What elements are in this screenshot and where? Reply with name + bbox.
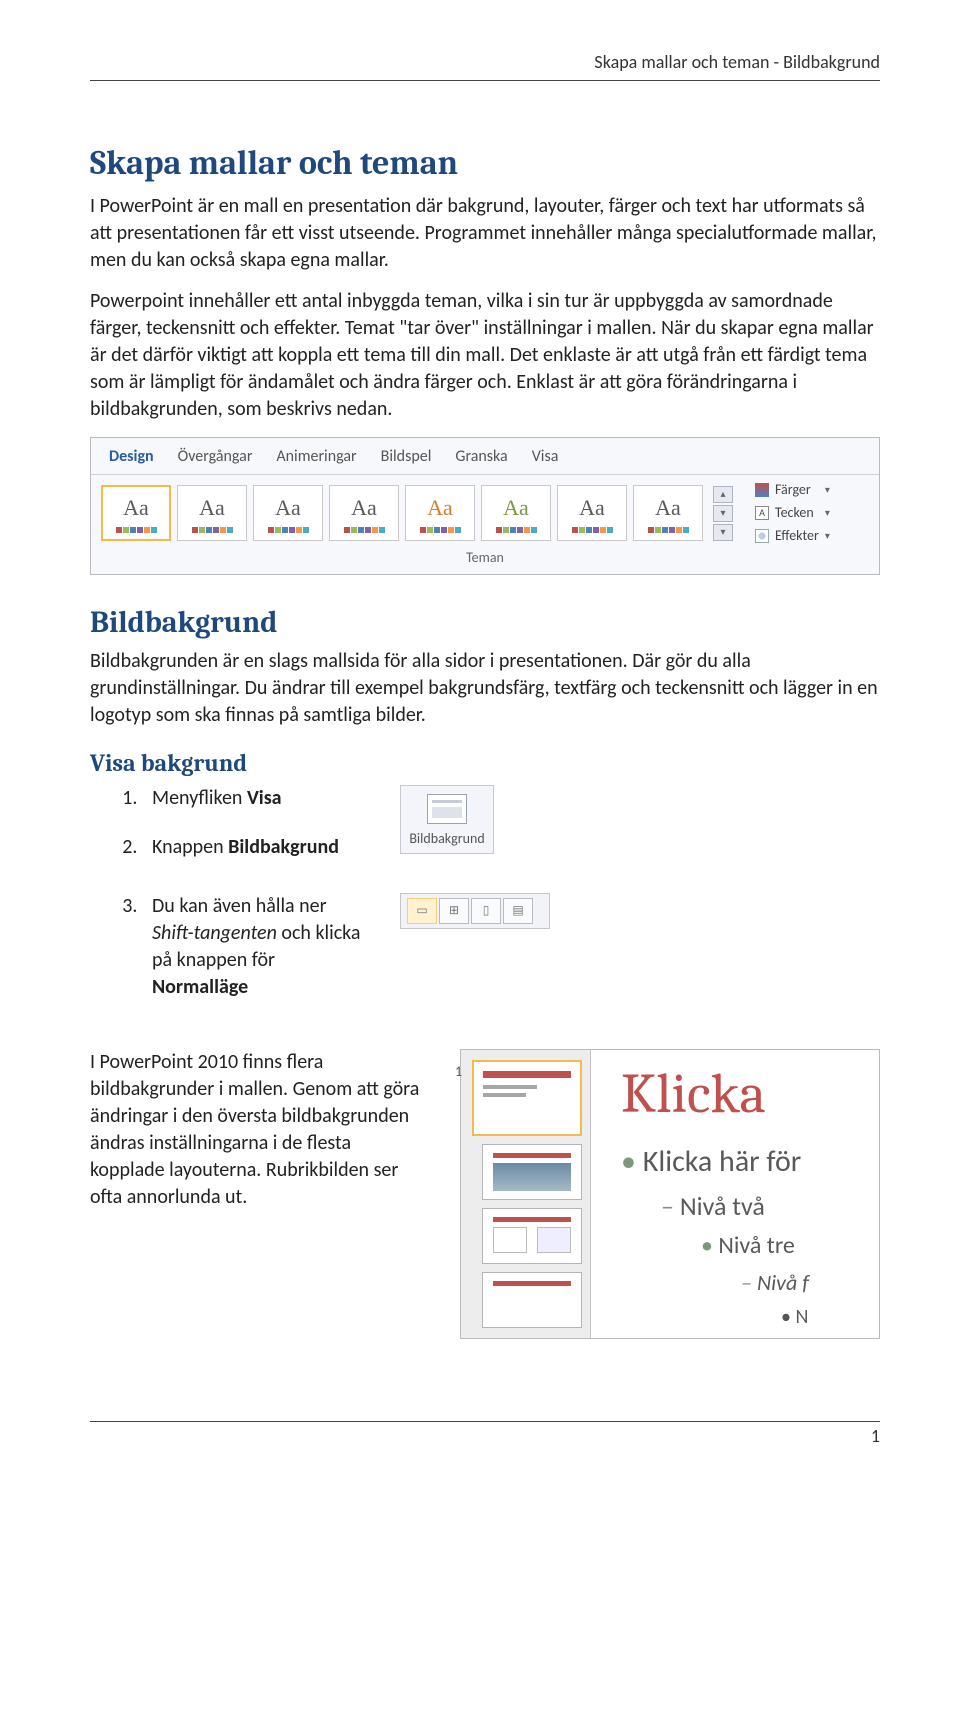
menu-effects[interactable]: Effekter▾ [755, 527, 830, 546]
chevron-down-icon: ▾ [825, 529, 830, 543]
ribbon-group-label: Teman [91, 547, 879, 574]
heading-1: Skapa mallar och teman [90, 141, 880, 187]
slide-level-3: Nivå tre [621, 1230, 879, 1262]
slideshow-view-button[interactable]: ▤ [503, 898, 533, 924]
slide-master-icon [427, 794, 467, 824]
scroll-up-icon[interactable]: ▴ [713, 486, 733, 503]
gallery-more-icon[interactable]: ▾ [713, 524, 733, 541]
bildbakgrund-text: Bildbakgrunden är en slags mallsida för … [90, 648, 880, 729]
heading-3-visa: Visa bakgrund [90, 747, 880, 779]
sorter-view-button[interactable]: ⊞ [439, 898, 469, 924]
tab-design[interactable]: Design [109, 446, 154, 468]
gallery-scroll[interactable]: ▴ ▾ ▾ [713, 486, 733, 541]
effects-icon [755, 529, 769, 543]
theme-swatch-1[interactable]: Aa [101, 485, 171, 541]
theme-side-menu: Färger▾ ATecken▾ Effekter▾ [755, 481, 830, 546]
footer-rule [90, 1421, 880, 1422]
page-number: 1 [90, 1424, 880, 1448]
slide-level-2: Nivå två [621, 1189, 879, 1224]
running-header: Skapa mallar och teman - Bildbakgrund [90, 50, 880, 74]
slide-title-placeholder: Klicka [621, 1066, 879, 1122]
thumb-number: 1 [455, 1063, 462, 1082]
theme-swatch-8[interactable]: Aa [633, 485, 703, 541]
menu-colors[interactable]: Färger▾ [755, 481, 830, 500]
step-3: Du kan även hålla ner Shift-tangenten oc… [142, 893, 370, 1001]
ribbon-figure: Design Övergångar Animeringar Bildspel G… [90, 437, 880, 575]
fonts-icon: A [755, 506, 769, 520]
step-2: Knappen Bildbakgrund [142, 834, 370, 861]
colors-icon [755, 483, 769, 497]
steps-list: Menyfliken Visa Knappen Bildbakgrund [142, 785, 370, 861]
theme-gallery: Aa Aa Aa Aa Aa Aa Aa Aa ▴ ▾ ▾ Färger▾ AT… [91, 475, 879, 548]
normal-view-button[interactable]: ▭ [407, 898, 437, 924]
tab-review[interactable]: Granska [455, 446, 507, 468]
theme-swatch-7[interactable]: Aa [557, 485, 627, 541]
master-paragraph: I PowerPoint 2010 finns flera bildbakgru… [90, 1049, 430, 1211]
slide-edit-area[interactable]: Klicka Klicka här för Nivå två Nivå tre … [591, 1050, 879, 1338]
tab-slideshow[interactable]: Bildspel [381, 446, 432, 468]
ribbon-tabs: Design Övergångar Animeringar Bildspel G… [91, 438, 879, 475]
slide-master-preview: 1 Klicka Klicka här för Nivå två Nivå tr… [460, 1049, 880, 1339]
tab-view[interactable]: Visa [532, 446, 559, 468]
step-1: Menyfliken Visa [142, 785, 370, 812]
theme-swatch-6[interactable]: Aa [481, 485, 551, 541]
heading-2-bildbakgrund: Bildbakgrund [90, 603, 880, 644]
view-buttons-strip: ▭ ⊞ ▯ ▤ [400, 893, 550, 929]
layout-thumb-3[interactable] [482, 1208, 582, 1264]
steps-list-2: Du kan även hålla ner Shift-tangenten oc… [142, 893, 370, 1001]
tab-transitions[interactable]: Övergångar [178, 446, 253, 468]
theme-swatch-2[interactable]: Aa [177, 485, 247, 541]
theme-swatch-3[interactable]: Aa [253, 485, 323, 541]
slide-level-5: N [621, 1304, 879, 1331]
layout-thumb-2[interactable] [482, 1144, 582, 1200]
tab-animations[interactable]: Animeringar [276, 446, 356, 468]
bildbakgrund-label: Bildbakgrund [405, 830, 489, 849]
header-rule [90, 80, 880, 81]
reading-view-button[interactable]: ▯ [471, 898, 501, 924]
bildbakgrund-button[interactable]: Bildbakgrund [400, 785, 494, 854]
scroll-down-icon[interactable]: ▾ [713, 505, 733, 522]
master-thumb-1[interactable]: 1 [472, 1060, 582, 1136]
menu-fonts[interactable]: ATecken▾ [755, 504, 830, 523]
slide-level-4: Nivå f [621, 1268, 879, 1298]
intro-p2: Powerpoint innehåller ett antal inbyggda… [90, 288, 880, 423]
thumbnail-panel: 1 [461, 1050, 591, 1338]
theme-swatch-4[interactable]: Aa [329, 485, 399, 541]
slide-level-1: Klicka här för [621, 1142, 879, 1183]
chevron-down-icon: ▾ [825, 483, 830, 497]
intro-p1: I PowerPoint är en mall en presentation … [90, 193, 880, 274]
theme-swatch-5[interactable]: Aa [405, 485, 475, 541]
layout-thumb-4[interactable] [482, 1272, 582, 1328]
chevron-down-icon: ▾ [825, 506, 830, 520]
